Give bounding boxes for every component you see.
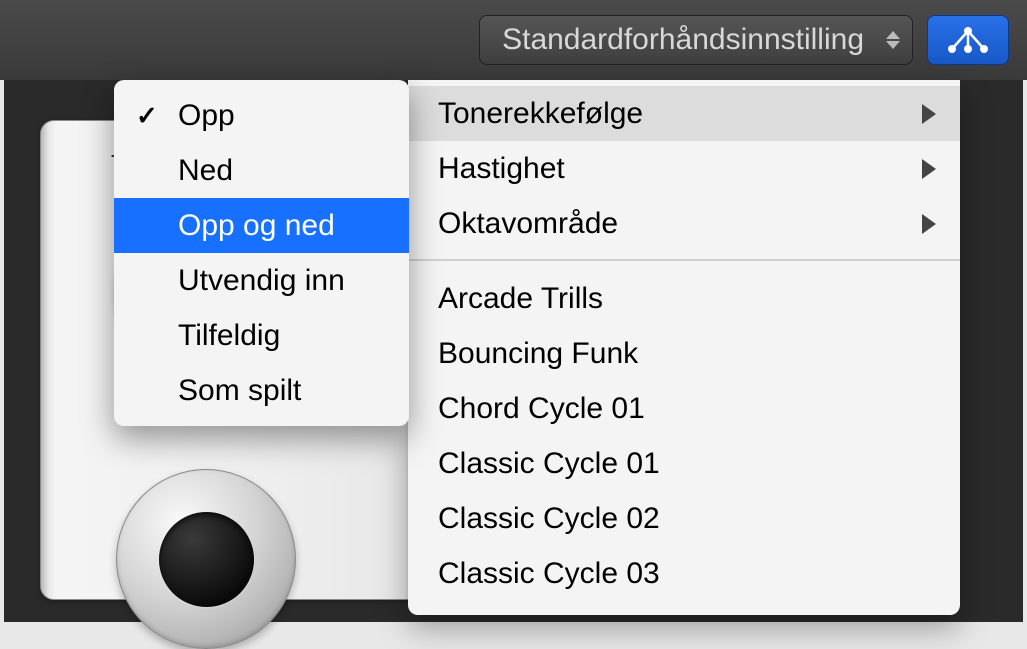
preset-label: Arcade Trills (438, 282, 603, 316)
submenu-label: Opp og ned (178, 209, 335, 243)
submenu-item-as-played[interactable]: Som spilt (114, 363, 409, 418)
chevron-right-icon (922, 159, 936, 179)
menu-item-speed[interactable]: Hastighet (408, 141, 960, 196)
submenu-label: Som spilt (178, 374, 301, 408)
toolbar: Standardforhåndsinnstilling (0, 0, 1027, 80)
menu-separator (408, 259, 960, 261)
submenu-label: Opp (178, 99, 235, 133)
submenu-note-order: ✓ Opp Ned Opp og ned Utvendig inn Tilfel… (114, 80, 409, 426)
submenu-item-random[interactable]: Tilfeldig (114, 308, 409, 363)
preset-item[interactable]: Chord Cycle 01 (408, 381, 960, 436)
preset-label: Chord Cycle 01 (438, 392, 645, 426)
connector-button[interactable] (927, 15, 1009, 65)
preset-item[interactable]: Classic Cycle 02 (408, 491, 960, 546)
chevron-right-icon (922, 104, 936, 124)
submenu-label: Ned (178, 154, 233, 188)
main-menu: Tonerekkefølge Hastighet Oktavområde Arc… (408, 80, 960, 615)
menu-item-octave-range[interactable]: Oktavområde (408, 196, 960, 251)
preset-arrows-icon (886, 31, 900, 49)
submenu-item-up[interactable]: ✓ Opp (114, 88, 409, 143)
preset-item[interactable]: Classic Cycle 03 (408, 546, 960, 601)
preset-item[interactable]: Arcade Trills (408, 271, 960, 326)
submenu-label: Utvendig inn (178, 264, 345, 298)
menu-label: Hastighet (438, 152, 565, 186)
preset-label: Classic Cycle 01 (438, 447, 660, 481)
preset-label: Standardforhåndsinnstilling (502, 23, 864, 57)
preset-item[interactable]: Classic Cycle 01 (408, 436, 960, 491)
preset-label: Bouncing Funk (438, 337, 638, 371)
submenu-item-down[interactable]: Ned (114, 143, 409, 198)
submenu-item-up-and-down[interactable]: Opp og ned (114, 198, 409, 253)
menu-label: Tonerekkefølge (438, 97, 643, 131)
preset-selector[interactable]: Standardforhåndsinnstilling (479, 15, 913, 65)
submenu-label: Tilfeldig (178, 319, 280, 353)
knob-2[interactable] (116, 469, 296, 649)
checkmark-icon: ✓ (136, 100, 158, 131)
menu-label: Oktavområde (438, 207, 618, 241)
submenu-item-outside-in[interactable]: Utvendig inn (114, 253, 409, 308)
connector-icon (944, 25, 992, 55)
menu-item-note-order[interactable]: Tonerekkefølge (408, 86, 960, 141)
preset-label: Classic Cycle 03 (438, 557, 660, 591)
preset-label: Classic Cycle 02 (438, 502, 660, 536)
chevron-right-icon (922, 214, 936, 234)
preset-item[interactable]: Bouncing Funk (408, 326, 960, 381)
